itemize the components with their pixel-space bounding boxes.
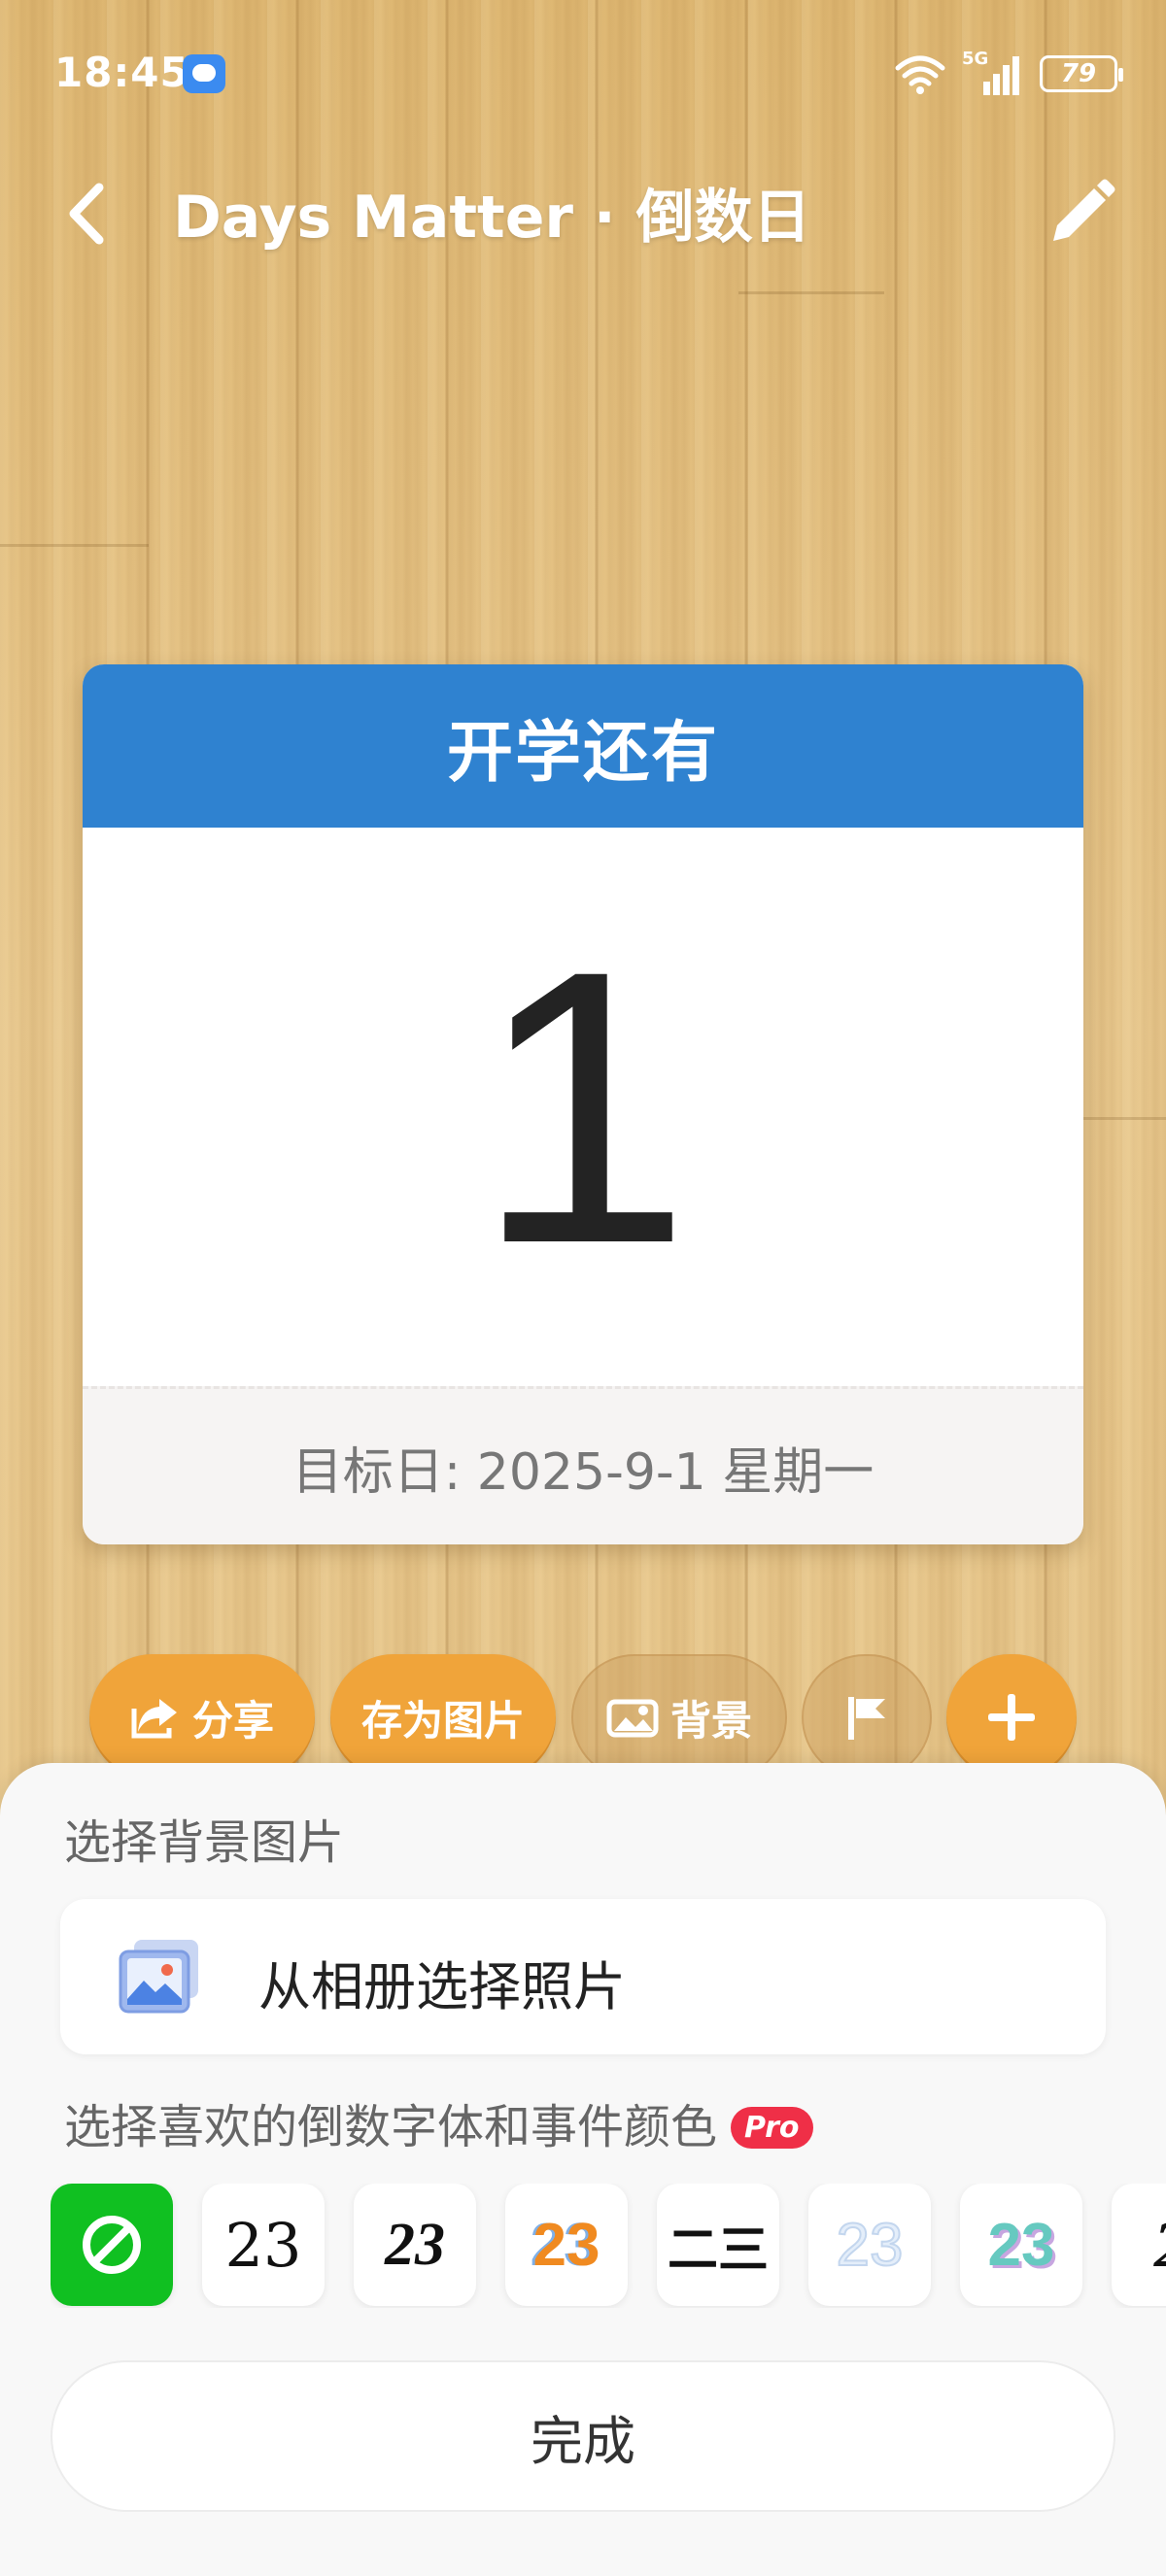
wifi-icon	[895, 55, 945, 94]
font-option-more[interactable]: 2	[1112, 2184, 1166, 2306]
share-label: 分享	[191, 1696, 274, 1745]
font-sample: 二三	[667, 2220, 769, 2280]
pencil-icon[interactable]	[1044, 177, 1117, 251]
share-icon	[131, 1699, 177, 1739]
font-option-chinese[interactable]: 二三	[657, 2184, 779, 2306]
background-section-label: 选择背景图片	[64, 1815, 345, 1870]
font-sample: 23	[224, 2209, 302, 2281]
no-style-icon	[83, 2216, 141, 2274]
action-bar: 分享 存为图片 背景	[0, 1654, 1166, 1780]
background-button[interactable]: 背景	[571, 1654, 787, 1780]
cellular-signal-icon: 5G	[962, 49, 1024, 95]
chevron-left-icon[interactable]	[60, 180, 119, 248]
save-image-button[interactable]: 存为图片	[330, 1654, 556, 1780]
add-button[interactable]	[946, 1654, 1077, 1780]
status-time: 18:45	[54, 49, 189, 96]
font-section-text: 选择喜欢的倒数字体和事件颜色	[64, 2100, 718, 2154]
image-icon	[606, 1699, 659, 1738]
status-bar: 18:45 5G 79	[0, 0, 1166, 146]
save-image-label: 存为图片	[360, 1696, 525, 1745]
font-option-party[interactable]: 23	[960, 2184, 1082, 2306]
message-notification-icon	[183, 54, 225, 93]
plank-seam	[738, 291, 884, 294]
plus-icon	[988, 1694, 1035, 1741]
font-option-serif[interactable]: 23	[202, 2184, 325, 2306]
font-section-label: 选择喜欢的倒数字体和事件颜色 Pro	[64, 2088, 813, 2156]
album-label: 从相册选择照片	[258, 1956, 626, 2017]
plank-seam	[0, 544, 149, 547]
font-sample: 2	[1153, 2210, 1166, 2281]
share-button[interactable]: 分享	[89, 1654, 315, 1780]
font-option-dotted[interactable]: 23	[505, 2184, 628, 2306]
gallery-icon	[119, 1940, 198, 2014]
choose-from-album-button[interactable]: 从相册选择照片	[60, 1899, 1106, 2054]
battery-indicator: 79	[1040, 55, 1123, 92]
font-option-script[interactable]: 23	[354, 2184, 476, 2306]
font-option-outline[interactable]: 23	[808, 2184, 931, 2306]
font-sample: 23	[987, 2211, 1055, 2279]
font-sample: 23	[385, 2211, 445, 2278]
font-sample: 23	[532, 2211, 600, 2279]
done-button[interactable]: 完成	[51, 2360, 1115, 2512]
event-title: 开学还有	[83, 664, 1083, 828]
pro-badge: Pro	[731, 2107, 813, 2149]
background-label: 背景	[669, 1696, 752, 1745]
target-date: 目标日: 2025-9-1 星期一	[83, 1386, 1083, 1544]
font-style-list: 23 23 23 二三 23 23 2	[51, 2184, 1166, 2308]
flag-icon	[848, 1697, 885, 1740]
network-type: 5G	[962, 49, 989, 69]
background-picker-sheet: 选择背景图片 从相册选择照片 选择喜欢的倒数字体和事件颜色 Pro 23 23 2…	[0, 1763, 1166, 2576]
countdown-card: 开学还有 1 目标日: 2025-9-1 星期一	[83, 664, 1083, 1544]
status-indicators: 5G 79	[894, 49, 1123, 99]
font-sample: 23	[836, 2211, 905, 2280]
battery-level: 79	[1060, 59, 1097, 88]
flag-button[interactable]	[802, 1654, 932, 1780]
font-option-none[interactable]	[51, 2184, 173, 2306]
days-remaining: 1	[474, 889, 692, 1324]
page-title: Days Matter · 倒数日	[173, 184, 811, 252]
